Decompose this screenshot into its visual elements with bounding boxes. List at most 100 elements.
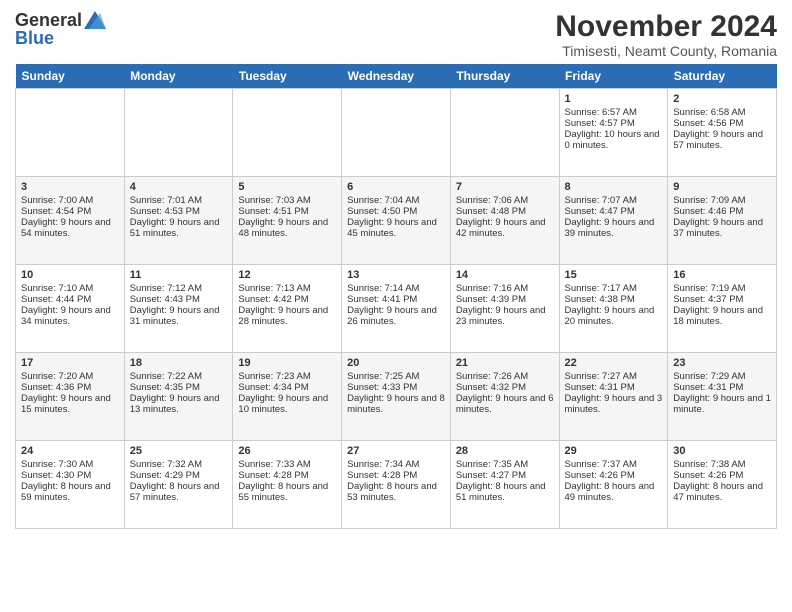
day-number: 21 [456,357,554,369]
day-info: Daylight: 9 hours and 57 minutes. [673,129,771,151]
day-info: Sunrise: 7:38 AM [673,459,771,470]
day-info: Sunrise: 7:00 AM [21,195,119,206]
calendar-cell [450,89,559,177]
day-info: Sunset: 4:30 PM [21,470,119,481]
calendar-cell: 8Sunrise: 7:07 AMSunset: 4:47 PMDaylight… [559,177,668,265]
calendar-cell [233,89,342,177]
day-number: 19 [238,357,336,369]
day-info: Sunrise: 7:20 AM [21,371,119,382]
calendar-week-row: 1Sunrise: 6:57 AMSunset: 4:57 PMDaylight… [16,89,777,177]
calendar-cell: 12Sunrise: 7:13 AMSunset: 4:42 PMDayligh… [233,265,342,353]
day-number: 24 [21,445,119,457]
day-number: 10 [21,269,119,281]
day-info: Sunrise: 7:19 AM [673,283,771,294]
day-number: 18 [130,357,228,369]
day-number: 13 [347,269,445,281]
day-info: Daylight: 9 hours and 15 minutes. [21,393,119,415]
day-info: Daylight: 9 hours and 31 minutes. [130,305,228,327]
day-info: Daylight: 9 hours and 1 minute. [673,393,771,415]
day-info: Sunset: 4:56 PM [673,118,771,129]
day-info: Sunset: 4:51 PM [238,206,336,217]
day-info: Sunrise: 7:32 AM [130,459,228,470]
day-info: Sunrise: 7:04 AM [347,195,445,206]
day-info: Sunset: 4:46 PM [673,206,771,217]
day-info: Sunset: 4:54 PM [21,206,119,217]
day-number: 22 [565,357,663,369]
day-info: Daylight: 9 hours and 3 minutes. [565,393,663,415]
day-info: Daylight: 9 hours and 18 minutes. [673,305,771,327]
calendar-cell: 22 Sunrise: 7:27 AMSunset: 4:31 PMDayligh… [559,353,668,441]
day-info: Daylight: 9 hours and 28 minutes. [238,305,336,327]
day-info: Sunset: 4:26 PM [565,470,663,481]
day-info: Sunrise: 7:23 AM [238,371,336,382]
calendar-cell [16,89,125,177]
day-info: Daylight: 9 hours and 37 minutes. [673,217,771,239]
calendar-cell: 18Sunrise: 7:22 AMSunset: 4:35 PMDayligh… [124,353,233,441]
day-number: 8 [565,181,663,193]
day-info: Daylight: 9 hours and 10 minutes. [238,393,336,415]
day-info: Daylight: 9 hours and 26 minutes. [347,305,445,327]
day-info: Sunset: 4:31 PM [565,382,663,393]
calendar-cell: 30Sunrise: 7:38 AMSunset: 4:26 PMDayligh… [668,441,777,529]
calendar-cell: 20Sunrise: 7:25 AMSunset: 4:33 PMDayligh… [342,353,451,441]
calendar-cell: 28Sunrise: 7:35 AMSunset: 4:27 PMDayligh… [450,441,559,529]
day-info: Sunset: 4:47 PM [565,206,663,217]
calendar-cell: 10Sunrise: 7:10 AMSunset: 4:44 PMDayligh… [16,265,125,353]
day-number: 3 [21,181,119,193]
day-info: Sunset: 4:48 PM [456,206,554,217]
day-info: Sunrise: 7:27 AM [565,371,663,382]
day-info: Sunset: 4:41 PM [347,294,445,305]
day-info: Sunset: 4:28 PM [238,470,336,481]
day-info: Sunset: 4:34 PM [238,382,336,393]
day-number: 17 [21,357,119,369]
day-info: Daylight: 8 hours and 55 minutes. [238,481,336,503]
calendar-cell: 23Sunrise: 7:29 AMSunset: 4:31 PMDayligh… [668,353,777,441]
calendar-cell [124,89,233,177]
day-number: 2 [673,93,771,105]
calendar-cell [342,89,451,177]
calendar-cell: 24Sunrise: 7:30 AMSunset: 4:30 PMDayligh… [16,441,125,529]
day-info: Daylight: 9 hours and 39 minutes. [565,217,663,239]
day-info: Sunrise: 7:29 AM [673,371,771,382]
day-info: Sunrise: 7:30 AM [21,459,119,470]
calendar-cell: 4Sunrise: 7:01 AMSunset: 4:53 PMDaylight… [124,177,233,265]
day-info: Sunset: 4:43 PM [130,294,228,305]
day-info: Sunrise: 7:26 AM [456,371,554,382]
calendar-cell: 1Sunrise: 6:57 AMSunset: 4:57 PMDaylight… [559,89,668,177]
day-info: Sunrise: 7:14 AM [347,283,445,294]
subtitle: Timisesti, Neamt County, Romania [555,43,777,59]
calendar-cell: 15Sunrise: 7:17 AMSunset: 4:38 PMDayligh… [559,265,668,353]
day-number: 14 [456,269,554,281]
day-info: Sunset: 4:29 PM [130,470,228,481]
day-info: Sunrise: 7:01 AM [130,195,228,206]
logo-blue-text: Blue [15,28,54,49]
day-info: Sunrise: 7:03 AM [238,195,336,206]
calendar-cell: 27Sunrise: 7:34 AMSunset: 4:28 PMDayligh… [342,441,451,529]
day-number: 5 [238,181,336,193]
day-number: 7 [456,181,554,193]
day-number: 25 [130,445,228,457]
day-info: Daylight: 9 hours and 54 minutes. [21,217,119,239]
day-number: 20 [347,357,445,369]
day-info: Sunset: 4:57 PM [565,118,663,129]
day-info: Sunrise: 7:33 AM [238,459,336,470]
day-info: Sunrise: 7:09 AM [673,195,771,206]
day-info: Daylight: 9 hours and 13 minutes. [130,393,228,415]
day-info: Daylight: 8 hours and 53 minutes. [347,481,445,503]
day-info: Daylight: 9 hours and 51 minutes. [130,217,228,239]
day-info: Sunrise: 7:10 AM [21,283,119,294]
day-info: Daylight: 9 hours and 8 minutes. [347,393,445,415]
day-number: 16 [673,269,771,281]
day-info: Daylight: 8 hours and 47 minutes. [673,481,771,503]
day-info: Sunset: 4:37 PM [673,294,771,305]
day-info: Sunset: 4:39 PM [456,294,554,305]
day-info: Sunset: 4:36 PM [21,382,119,393]
day-info: Daylight: 9 hours and 6 minutes. [456,393,554,415]
calendar-cell: 25Sunrise: 7:32 AMSunset: 4:29 PMDayligh… [124,441,233,529]
day-number: 4 [130,181,228,193]
day-info: Sunrise: 7:35 AM [456,459,554,470]
calendar-cell: 7Sunrise: 7:06 AMSunset: 4:48 PMDaylight… [450,177,559,265]
day-info: Sunset: 4:33 PM [347,382,445,393]
calendar-cell: 13 Sunrise: 7:14 AMSunset: 4:41 PMDayligh… [342,265,451,353]
day-info: Sunset: 4:31 PM [673,382,771,393]
